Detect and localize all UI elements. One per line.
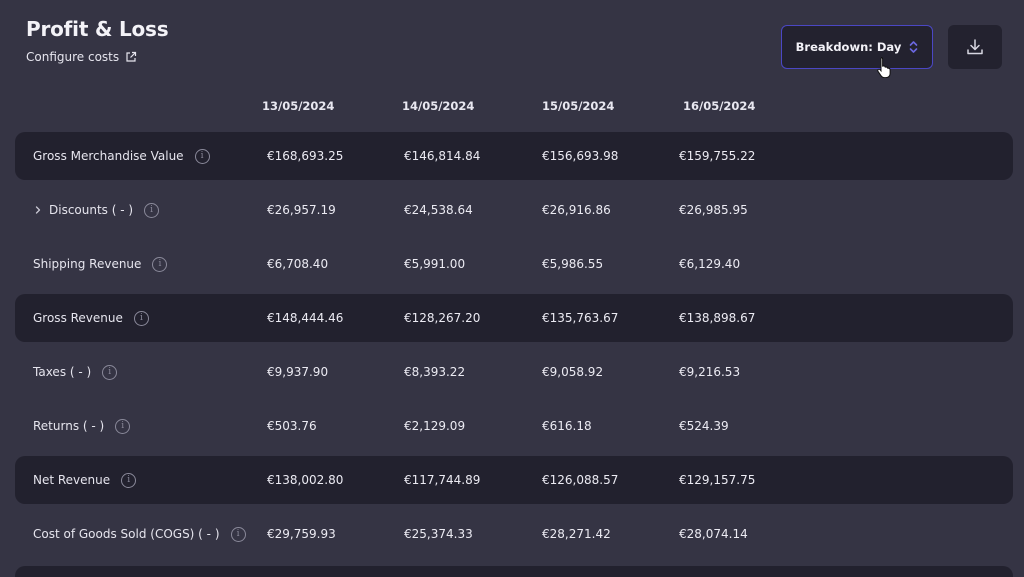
row-value: €26,957.19 — [267, 203, 336, 217]
configure-costs-label: Configure costs — [26, 50, 120, 64]
row-value: €168,693.25 — [267, 149, 344, 163]
info-icon[interactable]: i — [152, 256, 168, 272]
table-row-shipping-revenue: Shipping Revenue i €6,708.40 €5,991.00 €… — [15, 240, 1013, 288]
row-value: €9,937.90 — [267, 365, 329, 379]
row-label-text: Gross Merchandise Value — [33, 149, 184, 163]
row-value: €2,129.09 — [404, 419, 466, 433]
page-title: Profit & Loss — [26, 17, 169, 41]
info-icon[interactable]: i — [230, 526, 246, 542]
pointer-cursor-icon — [877, 57, 891, 78]
configure-costs-link[interactable]: Configure costs — [26, 50, 137, 64]
row-label: Shipping Revenue i — [33, 240, 168, 288]
row-value: €6,129.40 — [679, 257, 741, 271]
info-icon[interactable]: i — [133, 310, 149, 326]
row-value: €8,393.22 — [404, 365, 466, 379]
info-icon[interactable]: i — [102, 364, 118, 380]
date-column-header: 13/05/2024 — [262, 99, 335, 113]
row-value: €26,985.95 — [679, 203, 748, 217]
table-row-returns: Returns ( - ) i €503.76 €2,129.09 €616.1… — [15, 402, 1013, 450]
external-link-icon — [126, 51, 137, 62]
row-value: €126,088.57 — [542, 473, 619, 487]
table-row-discounts[interactable]: Discounts ( - ) i €26,957.19 €24,538.64 … — [15, 186, 1013, 234]
row-label: Returns ( - ) i — [33, 402, 131, 450]
info-icon[interactable]: i — [121, 472, 137, 488]
row-value: €28,271.42 — [542, 527, 611, 541]
row-label: Taxes ( - ) i — [33, 348, 118, 396]
row-value: €146,814.84 — [404, 149, 481, 163]
row-value: €117,744.89 — [404, 473, 481, 487]
row-value: €156,693.98 — [542, 149, 619, 163]
date-header-row: 13/05/2024 14/05/2024 15/05/2024 16/05/2… — [0, 99, 1024, 115]
row-value: €503.76 — [267, 419, 317, 433]
breakdown-select[interactable]: Breakdown: Day — [781, 25, 933, 69]
date-column-header: 16/05/2024 — [683, 99, 756, 113]
date-column-header: 14/05/2024 — [402, 99, 475, 113]
next-row-partial — [15, 566, 1013, 577]
breakdown-label: Breakdown: Day — [795, 40, 902, 54]
row-value: €138,898.67 — [679, 311, 756, 325]
info-icon[interactable]: i — [144, 202, 160, 218]
row-label: Gross Revenue i — [33, 294, 149, 342]
row-value: €6,708.40 — [267, 257, 329, 271]
row-label-text: Taxes ( - ) — [33, 365, 92, 379]
row-value: €138,002.80 — [267, 473, 344, 487]
row-label: Cost of Goods Sold (COGS) ( - ) i — [33, 510, 246, 558]
row-value: €129,157.75 — [679, 473, 756, 487]
row-value: €148,444.46 — [267, 311, 344, 325]
row-value: €9,216.53 — [679, 365, 741, 379]
row-value: €24,538.64 — [404, 203, 473, 217]
row-value: €25,374.33 — [404, 527, 473, 541]
table-row-gross-merchandise-value: Gross Merchandise Value i €168,693.25 €1… — [15, 132, 1013, 180]
table-row-net-revenue: Net Revenue i €138,002.80 €117,744.89 €1… — [15, 456, 1013, 504]
date-column-header: 15/05/2024 — [542, 99, 615, 113]
row-label-text: Discounts ( - ) — [49, 203, 134, 217]
download-button[interactable] — [948, 25, 1002, 69]
row-value: €26,916.86 — [542, 203, 611, 217]
row-value: €159,755.22 — [679, 149, 756, 163]
table-row-gross-revenue: Gross Revenue i €148,444.46 €128,267.20 … — [15, 294, 1013, 342]
info-icon[interactable]: i — [115, 418, 131, 434]
table-row-taxes: Taxes ( - ) i €9,937.90 €8,393.22 €9,058… — [15, 348, 1013, 396]
row-value: €128,267.20 — [404, 311, 481, 325]
chevron-up-down-icon — [910, 41, 918, 53]
row-value: €5,991.00 — [404, 257, 466, 271]
table-row-cogs: Cost of Goods Sold (COGS) ( - ) i €29,75… — [15, 510, 1013, 558]
info-icon[interactable]: i — [194, 148, 210, 164]
row-label: Discounts ( - ) i — [33, 186, 160, 234]
download-icon — [967, 39, 983, 55]
row-value: €29,759.93 — [267, 527, 336, 541]
row-label-text: Net Revenue — [33, 473, 111, 487]
row-label-text: Shipping Revenue — [33, 257, 142, 271]
row-label-text: Cost of Goods Sold (COGS) ( - ) — [33, 527, 220, 541]
row-value: €9,058.92 — [542, 365, 604, 379]
row-label: Net Revenue i — [33, 456, 137, 504]
row-label: Gross Merchandise Value i — [33, 132, 210, 180]
row-value: €616.18 — [542, 419, 592, 433]
row-label-text: Gross Revenue — [33, 311, 123, 325]
chevron-right-icon[interactable] — [33, 205, 43, 215]
row-value: €28,074.14 — [679, 527, 748, 541]
row-value: €5,986.55 — [542, 257, 604, 271]
row-value: €135,763.67 — [542, 311, 619, 325]
pnl-table: Gross Merchandise Value i €168,693.25 €1… — [15, 132, 1013, 564]
row-label-text: Returns ( - ) — [33, 419, 105, 433]
row-value: €524.39 — [679, 419, 729, 433]
